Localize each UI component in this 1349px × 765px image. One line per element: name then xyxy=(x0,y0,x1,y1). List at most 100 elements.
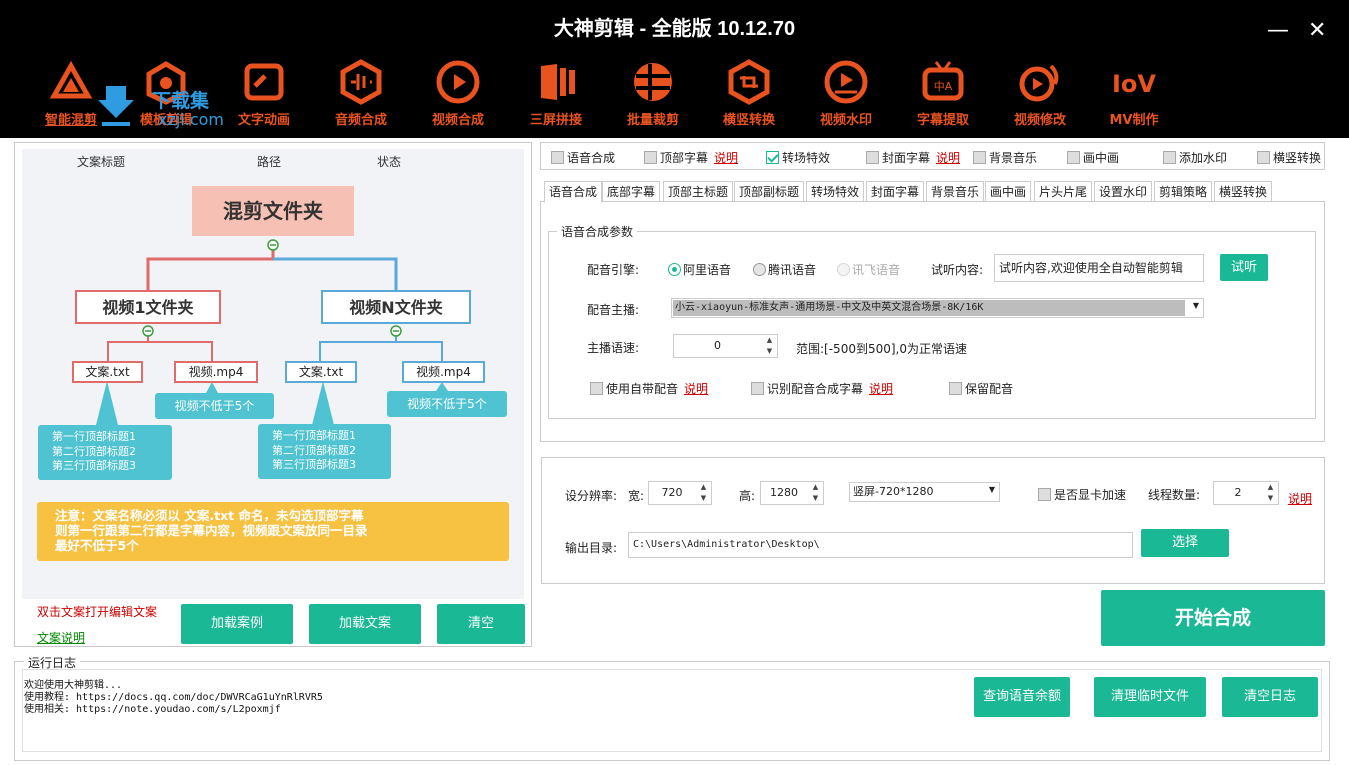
checkbox-icon[interactable] xyxy=(590,382,603,395)
tab-set-watermark[interactable]: 设置水印 xyxy=(1094,181,1153,202)
checkbox-icon[interactable] xyxy=(1038,488,1051,501)
text-animation-icon xyxy=(244,63,284,101)
height-stepper[interactable]: 1280 ▲ ▼ xyxy=(760,481,824,505)
clear-log-button[interactable]: 清空日志 xyxy=(1222,677,1318,717)
checkbox-icon[interactable] xyxy=(1163,151,1176,164)
option-keep-voice[interactable]: 保留配音 xyxy=(949,380,1013,397)
query-voice-balance-button[interactable]: 查询语音余额 xyxy=(974,677,1070,717)
feature-transition-effect[interactable]: 转场特效 xyxy=(766,149,830,166)
preview-button[interactable]: 试听 xyxy=(1220,254,1268,281)
title-line: 第一行顶部标题1 xyxy=(272,429,356,442)
choose-dir-button[interactable]: 选择 xyxy=(1141,529,1229,557)
spin-down-icon[interactable]: ▼ xyxy=(696,493,711,504)
feature-top-subtitle[interactable]: 顶部字幕 说明 xyxy=(644,149,738,166)
nav-mv-make[interactable]: IoV MV制作 xyxy=(1088,58,1180,134)
tab-voice-synthesis[interactable]: 语音合成 xyxy=(544,181,603,203)
output-dir-input[interactable]: C:\Users\Administrator\Desktop\ xyxy=(628,532,1133,558)
tab-picture-in-picture[interactable]: 画中画 xyxy=(985,181,1032,202)
nav-orientation-convert[interactable]: 横竖转换 xyxy=(703,58,795,134)
threads-stepper[interactable]: 2 ▲ ▼ xyxy=(1213,481,1279,505)
tab-edit-strategy[interactable]: 剪辑策略 xyxy=(1154,181,1213,202)
tab-cover-subtitle[interactable]: 封面字幕 xyxy=(866,181,925,202)
preview-text-input[interactable]: 试听内容,欢迎使用全自动智能剪辑 xyxy=(994,254,1204,282)
spin-up-icon[interactable]: ▲ xyxy=(696,482,711,493)
log-line: 使用教程: https://docs.qq.com/doc/DWVRCaG1uY… xyxy=(24,692,323,703)
tab-top-sub-title[interactable]: 顶部副标题 xyxy=(734,181,805,202)
radio-disabled-icon[interactable] xyxy=(837,263,850,276)
explain-link[interactable]: 说明 xyxy=(1288,492,1312,506)
nav-label: 横竖转换 xyxy=(722,113,775,128)
option-label: 识别配音合成字幕 xyxy=(767,382,864,396)
load-text-button[interactable]: 加载文案 xyxy=(309,604,421,644)
feature-background-music[interactable]: 背景音乐 xyxy=(973,149,1037,166)
video-synthesis-icon xyxy=(436,60,480,104)
spin-down-icon[interactable]: ▼ xyxy=(1263,493,1278,504)
resolution-preset-select[interactable]: 竖屏-720*1280 ▼ xyxy=(849,482,1000,502)
width-stepper[interactable]: 720 ▲ ▼ xyxy=(648,481,712,505)
feature-picture-in-picture[interactable]: 画中画 xyxy=(1067,149,1119,166)
spin-up-icon[interactable]: ▲ xyxy=(762,335,777,346)
spin-down-icon[interactable]: ▼ xyxy=(808,493,823,504)
speed-stepper[interactable]: 0 ▲ ▼ xyxy=(673,334,778,358)
option-recognize-subtitle[interactable]: 识别配音合成字幕 说明 xyxy=(751,380,893,397)
tab-top-main-title[interactable]: 顶部主标题 xyxy=(663,181,734,202)
spin-down-icon[interactable]: ▼ xyxy=(762,346,777,357)
clean-temp-files-button[interactable]: 清理临时文件 xyxy=(1094,677,1206,717)
load-case-button[interactable]: 加载案例 xyxy=(181,604,293,644)
feature-orientation-convert[interactable]: 横竖转换 xyxy=(1257,149,1321,166)
spin-up-icon[interactable]: ▲ xyxy=(808,482,823,493)
tab-intro-outro[interactable]: 片头片尾 xyxy=(1034,181,1093,202)
close-button[interactable]: ✕ xyxy=(1308,18,1326,43)
minimize-button[interactable]: — xyxy=(1267,18,1289,43)
engine-option-label: 腾讯语音 xyxy=(768,263,817,277)
nav-triple-screen[interactable]: 三屏拼接 xyxy=(510,58,602,134)
feature-cover-subtitle[interactable]: 封面字幕 说明 xyxy=(866,149,960,166)
explain-link[interactable]: 说明 xyxy=(936,151,960,165)
radio-selected-icon[interactable] xyxy=(668,263,681,276)
nav-batch-crop[interactable]: 批量裁剪 xyxy=(607,58,699,134)
video-watermark-icon xyxy=(824,60,868,104)
chevron-down-icon[interactable]: ▼ xyxy=(1193,301,1199,310)
log-line: 使用相关: https://note.youdao.com/s/L2poxmjf xyxy=(24,704,281,715)
video-modify-icon xyxy=(1019,64,1059,102)
feature-add-watermark[interactable]: 添加水印 xyxy=(1163,149,1227,166)
nav-audio-synthesis[interactable]: 音频合成 xyxy=(315,58,407,134)
diagram-mp4-file-2: 视频.mp4 xyxy=(402,361,485,383)
checkbox-icon[interactable] xyxy=(949,382,962,395)
radio-icon[interactable] xyxy=(753,263,766,276)
nav-video-watermark[interactable]: 视频水印 xyxy=(800,58,892,134)
checkbox-icon[interactable] xyxy=(1257,151,1270,164)
anchor-select[interactable]: 小云-xiaoyun-标准女声-通用场景-中文及中英文混合场景-8K/16K ▼ xyxy=(671,298,1204,318)
explain-link[interactable]: 说明 xyxy=(714,151,738,165)
tab-orientation-convert[interactable]: 横竖转换 xyxy=(1214,181,1273,202)
checkbox-icon[interactable] xyxy=(551,151,564,164)
checkbox-icon[interactable] xyxy=(1067,151,1080,164)
option-own-voice[interactable]: 使用自带配音 说明 xyxy=(590,380,708,397)
height-value: 1280 xyxy=(770,486,798,499)
feature-voice-synthesis[interactable]: 语音合成 xyxy=(551,149,615,166)
explain-link[interactable]: 说明 xyxy=(869,382,893,396)
checkbox-icon[interactable] xyxy=(973,151,986,164)
engine-ali[interactable]: 阿里语音 xyxy=(668,261,731,278)
checkbox-checked-icon[interactable] xyxy=(766,151,779,164)
nav-subtitle-extract[interactable]: 中A 字幕提取 xyxy=(897,58,989,134)
checkbox-icon[interactable] xyxy=(751,382,764,395)
engine-tencent[interactable]: 腾讯语音 xyxy=(753,261,816,278)
text-explain-link[interactable]: 文案说明 xyxy=(37,629,85,646)
clear-button[interactable]: 清空 xyxy=(437,604,525,644)
tab-background-music[interactable]: 背景音乐 xyxy=(926,181,985,202)
tab-bottom-subtitle[interactable]: 底部字幕 xyxy=(602,181,661,202)
chevron-down-icon[interactable]: ▼ xyxy=(989,485,995,494)
checkbox-icon[interactable] xyxy=(866,151,879,164)
nav-video-modify[interactable]: 视频修改 xyxy=(994,58,1086,134)
feature-label: 背景音乐 xyxy=(989,151,1038,165)
explain-link[interactable]: 说明 xyxy=(684,382,708,396)
checkbox-icon[interactable] xyxy=(644,151,657,164)
gpu-accel-option[interactable]: 是否显卡加速 xyxy=(1038,486,1126,503)
width-label: 宽: xyxy=(628,489,645,503)
engine-iflytek[interactable]: 讯飞语音 xyxy=(837,261,900,278)
nav-video-synthesis[interactable]: 视频合成 xyxy=(412,58,504,134)
tab-transition-effect[interactable]: 转场特效 xyxy=(806,181,865,202)
start-synthesis-button[interactable]: 开始合成 xyxy=(1101,590,1325,646)
spin-up-icon[interactable]: ▲ xyxy=(1263,482,1278,493)
